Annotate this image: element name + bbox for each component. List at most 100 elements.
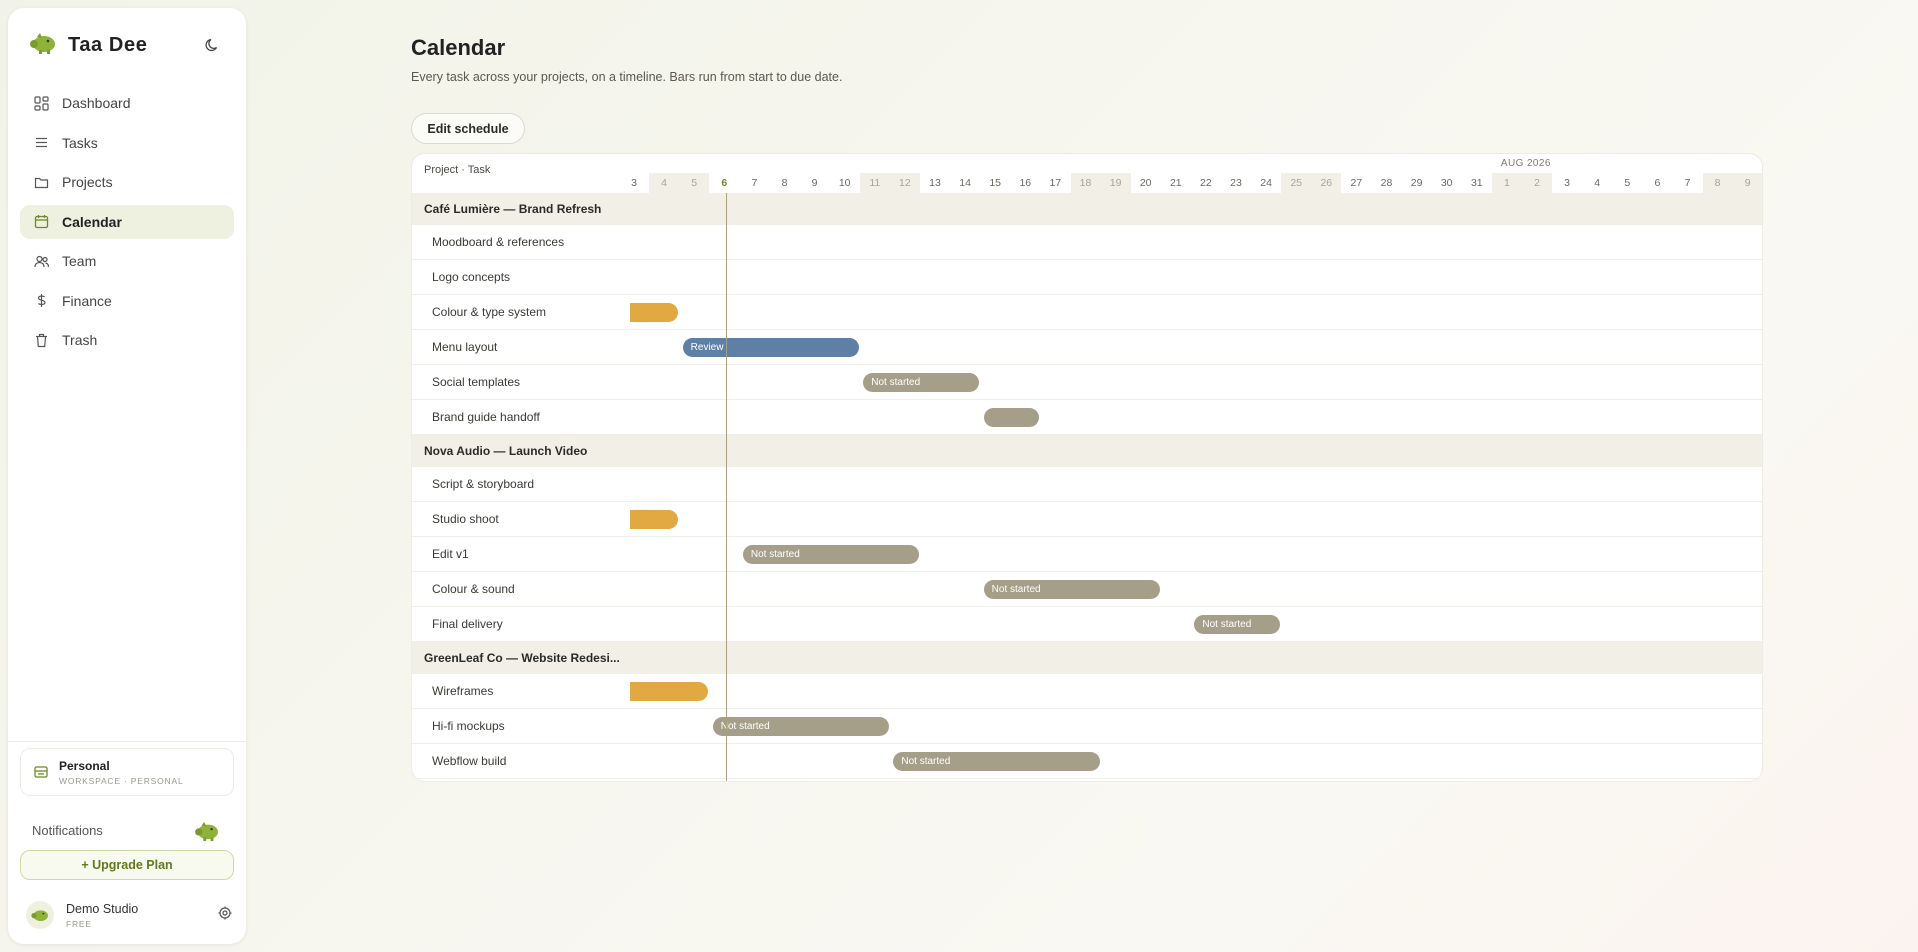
task-name: Brand guide handoff [432,410,540,424]
project-name: Nova Audio — Launch Video [424,443,588,458]
task-name: Moodboard & references [432,235,565,249]
day-label: 9 [1732,173,1762,193]
sidebar-nav: Dashboard Tasks Projects Calendar Team F… [20,86,234,363]
month-label: AUG 2026 [1500,158,1551,169]
sidebar-item-projects[interactable]: Projects [20,165,234,199]
day-label: 20 [1139,177,1152,189]
task-row[interactable]: Brand guide handoff [412,400,1762,435]
task-row[interactable]: Edit v1 Not started [412,537,1762,572]
project-row[interactable]: GreenLeaf Co — Website Redesi... [412,642,1762,674]
day-label: 5 [1624,177,1631,189]
day-label: 26 [1311,173,1342,193]
settings-gear-icon[interactable] [218,906,232,925]
user-plan: FREE [66,918,92,929]
sidebar-item-label: Projects [62,174,113,190]
logo-pig-icon [28,31,58,60]
project-name: GreenLeaf Co — Website Redesi... [424,650,620,665]
project-row[interactable]: Café Lumière — Brand Refresh [412,193,1762,225]
day-label: 17 [1049,177,1062,189]
day-label: 7 [751,177,758,189]
task-name: Logo concepts [432,270,511,284]
sidebar-item-dashboard[interactable]: Dashboard [20,86,234,120]
notifications-label[interactable]: Notifications [32,823,103,838]
dashboard-icon [32,94,50,112]
calendar-icon [32,213,50,231]
task-row[interactable]: Hi-fi mockups Not started [412,709,1762,744]
task-name: Webflow build [432,754,507,768]
day-label: 8 [1702,173,1733,193]
sidebar-item-team[interactable]: Team [20,244,234,278]
task-row[interactable]: Moodboard & references [412,225,1762,260]
task-row[interactable]: Script & storyboard [412,467,1762,502]
avatar [26,901,54,929]
day-label: 4 [649,173,680,193]
sidebar-item-label: Trash [62,332,98,348]
task-name: Wireframes [432,684,494,698]
day-label: 31 [1470,177,1483,189]
task-bar[interactable] [630,682,709,701]
sidebar-item-trash[interactable]: Trash [20,323,234,357]
day-label: 1 [1491,173,1522,193]
task-row[interactable]: Colour & type system [412,295,1762,330]
task-row[interactable]: Social templates Not started [412,365,1762,400]
task-row[interactable]: Wireframes [412,674,1762,709]
day-label: 15 [989,177,1002,189]
user-profile[interactable]: Demo Studio FREE [26,898,236,932]
day-label: 24 [1260,177,1272,189]
brand[interactable]: Taa Dee [28,32,147,58]
task-name: Edit v1 [432,547,469,561]
page-title: Calendar [411,35,506,60]
project-row[interactable]: Nova Audio — Launch Video [412,435,1762,467]
sidebar-item-label: Finance [62,292,112,309]
day-label: 30 [1440,177,1453,189]
task-name: Colour & sound [432,582,515,596]
users-icon [32,252,50,270]
task-bar[interactable]: Not started [1194,615,1281,634]
task-bar[interactable] [630,510,679,529]
sidebar: Taa Dee Dashboard Tasks Projects Calenda… [8,8,246,944]
task-name: Hi-fi mockups [432,719,505,733]
task-row[interactable]: Menu layout Review [412,330,1762,365]
day-label: 6 [1654,177,1661,189]
day-label: 8 [781,177,788,189]
sidebar-item-tasks[interactable]: Tasks [20,126,234,160]
task-row[interactable]: Logo concepts [412,260,1762,295]
task-bar[interactable]: Not started [863,373,980,392]
day-header: 3 4 5 6 7 8 9 10 11 12 13 14 15 16 17 18 19 20 21 22 23 24 25 2… [412,173,1762,193]
sidebar-item-finance[interactable]: Finance [20,284,234,318]
task-name: Menu layout [432,340,498,354]
task-bar[interactable] [983,408,1040,427]
today-line [726,193,728,781]
workspace-subtitle: WORKSPACE · PERSONAL [59,775,184,786]
task-bar[interactable]: Not started [983,580,1160,599]
day-label: 21 [1169,177,1182,189]
user-name: Demo Studio [66,901,139,916]
user-text: Demo Studio FREE [66,902,138,929]
sidebar-item-calendar[interactable]: Calendar [20,204,234,239]
task-row[interactable]: Studio shoot [412,502,1762,537]
project-name: Café Lumière — Brand Refresh [424,201,602,216]
task-name: Final delivery [432,617,503,631]
task-bar[interactable] [630,303,679,322]
task-bar[interactable]: Not started [893,752,1100,771]
edit-schedule-button[interactable]: Edit schedule [411,113,525,144]
sidebar-item-label: Tasks [62,134,98,151]
task-row[interactable]: Webflow build Not started [412,744,1762,779]
task-bar[interactable]: Not started [742,545,919,564]
task-row[interactable]: Colour & sound Not started [412,572,1762,607]
day-label: 2 [1522,173,1552,193]
sidebar-item-label: Team [62,253,97,269]
day-label: 25 [1281,173,1312,193]
notification-pig-icon[interactable] [193,820,221,847]
task-bar[interactable]: Review [682,338,859,357]
day-label: 10 [838,177,851,189]
task-bar[interactable]: Not started [712,717,889,736]
task-row[interactable]: Final delivery Not started [412,607,1762,642]
workspace-text: Personal WORKSPACE · PERSONAL [59,759,183,786]
sidebar-item-label: Dashboard [62,95,131,111]
moon-icon[interactable] [202,34,224,56]
upgrade-plan-button[interactable]: + Upgrade Plan [20,850,234,880]
day-label: 13 [929,177,941,189]
workspace-switcher[interactable]: Personal WORKSPACE · PERSONAL [20,748,234,796]
day-label: 16 [1019,177,1032,189]
